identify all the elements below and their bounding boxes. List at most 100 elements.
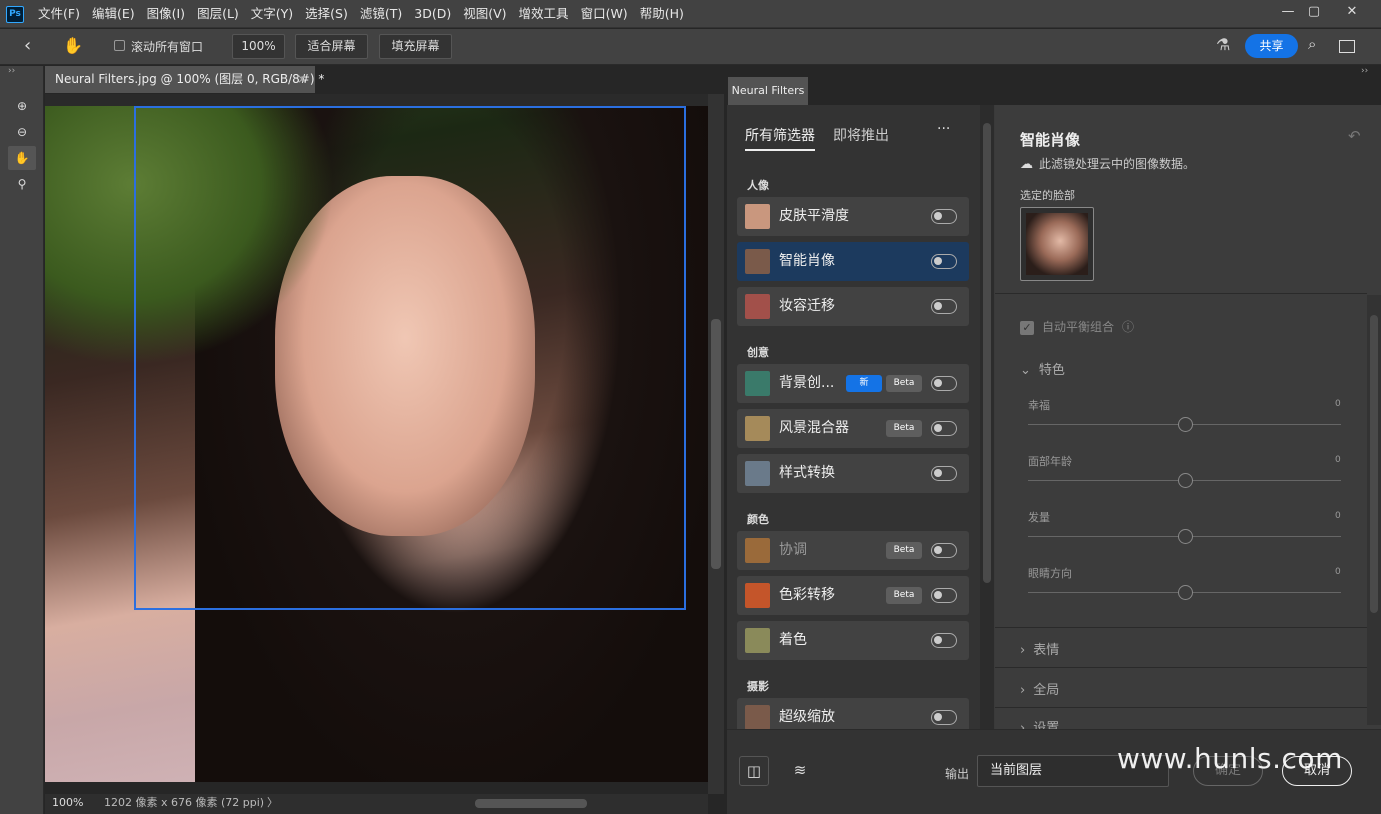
menu-item[interactable]: 增效工具 [519, 0, 569, 28]
minimize-icon[interactable]: — [1274, 2, 1302, 22]
menu-item[interactable]: 窗口(W) [581, 0, 628, 28]
chevron-down-icon: ⌄ [1020, 363, 1031, 378]
output-label: 输出 [945, 767, 970, 781]
document-tab[interactable]: Neural Filters.jpg @ 100% (图层 0, RGB/8#)… [45, 66, 324, 93]
status-zoom[interactable]: 100% [52, 794, 83, 812]
fill-screen-button[interactable]: 填充屏幕 [379, 34, 452, 59]
close-tab-icon[interactable]: × [297, 66, 307, 93]
filter-name: 风景混合器 [779, 420, 849, 436]
auto-balance-checkbox[interactable]: ✓ [1020, 320, 1034, 335]
filter-list-scrollbar[interactable] [980, 105, 994, 729]
filter-toggle[interactable] [931, 209, 957, 224]
zoom-in-icon[interactable]: ⊕ [8, 94, 36, 118]
hand-tool-icon[interactable]: ✋ [8, 146, 36, 170]
search-icon[interactable]: ⌕ [1308, 35, 1316, 53]
filter-thumbnail [745, 249, 770, 274]
filter-thumbnail [745, 371, 770, 396]
slider-knob[interactable] [1177, 585, 1193, 600]
menu-item[interactable]: 3D(D) [414, 0, 451, 28]
filter-item[interactable]: 背景创... 新 Beta [737, 364, 969, 403]
filter-toggle[interactable] [931, 254, 957, 269]
auto-balance-row[interactable]: ✓ 自动平衡组合 ⓘ [1020, 318, 1134, 335]
horizontal-scrollbar[interactable] [475, 799, 587, 808]
panel-collapse-icon[interactable]: ›› [1361, 66, 1368, 76]
filter-item[interactable]: 风景混合器 Beta [737, 409, 969, 448]
flask-icon[interactable]: ⚗ [1216, 35, 1230, 54]
options-bar: ‹ ✋ 滚动所有窗口 100% 适合屏幕 填充屏幕 ⚗ ⌕ [0, 29, 1381, 65]
slider-knob[interactable] [1177, 529, 1193, 544]
menu-item[interactable]: 视图(V) [463, 0, 506, 28]
reset-icon[interactable]: ↶ [1348, 127, 1361, 145]
photoshop-logo: Ps [6, 6, 24, 23]
close-window-icon[interactable]: ✕ [1338, 2, 1366, 22]
filter-item[interactable]: 协调 Beta [737, 531, 969, 570]
slider-knob[interactable] [1177, 417, 1193, 432]
menu-item[interactable]: 图像(I) [147, 0, 185, 28]
filter-toggle[interactable] [931, 376, 957, 391]
fit-screen-button[interactable]: 适合屏幕 [295, 34, 368, 59]
status-info: 1202 像素 x 676 像素 (72 ppi) [104, 796, 265, 809]
filter-thumbnail [745, 628, 770, 653]
filter-toggle[interactable] [931, 633, 957, 648]
face-selection-rectangle[interactable] [134, 106, 686, 610]
collapse-icon[interactable]: ›› [8, 66, 15, 76]
filter-item[interactable]: 色彩转移 Beta [737, 576, 969, 615]
hand-tool-icon[interactable]: ✋ [63, 36, 83, 55]
zoom-out-icon[interactable]: ⊖ [8, 120, 36, 144]
category-label: 摄影 [747, 680, 769, 693]
face-thumbnail[interactable] [1020, 207, 1094, 281]
menu-item[interactable]: 选择(S) [305, 0, 348, 28]
menu-item[interactable]: 编辑(E) [92, 0, 135, 28]
neural-filters-tab[interactable]: Neural Filters [728, 77, 808, 105]
menu-items: 文件(F) 编辑(E) 图像(I) 图层(L) 文字(Y) 选择(S) 滤镜(T) 3D(D)… [38, 0, 684, 28]
menu-item[interactable]: 帮助(H) [640, 0, 684, 28]
filter-item[interactable]: 着色 [737, 621, 969, 660]
filter-item[interactable]: 皮肤平滑度 [737, 197, 969, 236]
section-settings[interactable]: › 设置 [1020, 717, 1059, 729]
zoom-value-button[interactable]: 100% [232, 34, 285, 59]
filter-item[interactable]: 样式转换 [737, 454, 969, 493]
watermark: www.hunls.com [1117, 742, 1343, 775]
filter-detail: 智能肖像 ↶ ☁ 此滤镜处理云中的图像数据。 选定的脸部 ✓ 自动平衡组合 ⓘ ⌄ 特色… [995, 105, 1381, 729]
selected-face-label: 选定的脸部 [1020, 189, 1075, 202]
filter-toggle[interactable] [931, 466, 957, 481]
filter-toggle[interactable] [931, 421, 957, 436]
layers-icon[interactable]: ≋ [785, 756, 815, 786]
info-icon[interactable]: ⓘ [1122, 320, 1134, 334]
filter-list: 所有筛选器 即将推出 ··· 人像 皮肤平滑度 智能肖像 妆容迁移 创意 背景创... 新 B… [727, 105, 980, 737]
status-menu-icon[interactable]: 〉 [267, 794, 278, 812]
scroll-all-checkbox[interactable] [114, 40, 125, 51]
menu-item[interactable]: 文件(F) [38, 0, 80, 28]
tab-coming-soon[interactable]: 即将推出 [833, 125, 889, 145]
magnifier-icon[interactable]: ⚲ [8, 172, 36, 196]
back-arrow-icon[interactable]: ‹ [24, 35, 31, 56]
slider-knob[interactable] [1177, 473, 1193, 488]
filter-toggle[interactable] [931, 710, 957, 725]
section-featured[interactable]: ⌄ 特色 [1020, 359, 1065, 378]
vertical-scrollbar[interactable] [708, 94, 724, 794]
workspace-icon[interactable] [1339, 40, 1355, 53]
detail-scrollbar[interactable] [1367, 295, 1381, 725]
share-button[interactable]: 共享 [1245, 34, 1298, 58]
chevron-right-icon: › [1020, 643, 1026, 658]
section-global[interactable]: › 全局 [1020, 679, 1059, 698]
menu-item[interactable]: 图层(L) [197, 0, 239, 28]
menu-item[interactable]: 文字(Y) [251, 0, 293, 28]
maximize-icon[interactable]: ▢ [1300, 2, 1328, 22]
filter-toggle[interactable] [931, 299, 957, 314]
slider-label: 眼睛方向 [1028, 567, 1072, 580]
menu-item[interactable]: 滤镜(T) [360, 0, 402, 28]
compare-icon[interactable]: ◫ [739, 756, 769, 786]
filter-name: 皮肤平滑度 [779, 208, 849, 224]
more-options-icon[interactable]: ··· [937, 121, 950, 137]
filter-toggle[interactable] [931, 543, 957, 558]
section-expression[interactable]: › 表情 [1020, 639, 1059, 658]
cloud-note: ☁ 此滤镜处理云中的图像数据。 [1020, 157, 1196, 172]
filter-item[interactable]: 妆容迁移 [737, 287, 969, 326]
filter-toggle[interactable] [931, 588, 957, 603]
beta-badge: Beta [886, 420, 922, 437]
filter-thumbnail [745, 416, 770, 441]
filter-item[interactable]: 智能肖像 [737, 242, 969, 281]
tab-all-filters[interactable]: 所有筛选器 [745, 125, 815, 145]
filter-thumbnail [745, 204, 770, 229]
